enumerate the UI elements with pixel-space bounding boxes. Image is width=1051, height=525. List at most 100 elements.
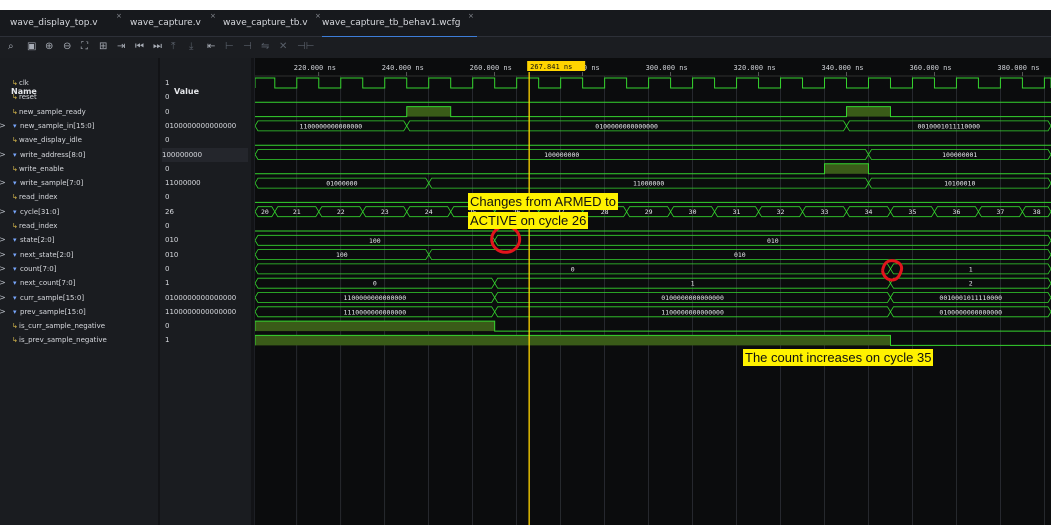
scalar-signal-icon: ↳ — [12, 164, 18, 173]
signal-value: 0 — [165, 164, 170, 173]
signal-row[interactable]: ↳read_index — [12, 219, 57, 233]
tab-label: wave_capture.v — [130, 18, 201, 28]
is-prev-sample-negative-high-fill — [255, 335, 891, 346]
go-to-start-icon[interactable]: ⏮ — [135, 40, 144, 54]
signal-row[interactable]: > ▾ write_sample[7:0] — [0, 176, 83, 190]
signal-row[interactable]: ↳is_curr_sample_negative — [12, 319, 105, 333]
signal-name: new_sample_in[15:0] — [20, 121, 95, 130]
expand-chevron-icon[interactable]: > — [0, 305, 6, 319]
signal-row[interactable]: > ▾ next_state[2:0] — [0, 248, 73, 262]
curr-sample-value-label: 0100000000000000 — [661, 294, 724, 302]
signal-row[interactable]: ↳read_index — [12, 190, 57, 204]
time-axis-label: 240.000 ns — [382, 64, 424, 72]
signal-row[interactable]: ↳reset — [12, 90, 37, 104]
zoom-fit-icon[interactable]: ⛶ — [81, 40, 88, 54]
save-icon[interactable]: ▣ — [27, 40, 36, 54]
signal-row[interactable]: ↳is_prev_sample_negative — [12, 333, 107, 347]
signal-value: 100000000 — [162, 147, 248, 162]
expand-chevron-icon[interactable]: > — [0, 233, 6, 247]
zoom-in-icon[interactable]: ⊕ — [45, 40, 53, 54]
signal-name: new_sample_ready — [19, 107, 86, 116]
snap-icon[interactable]: ⊣⊢ — [297, 40, 314, 54]
add-marker-icon[interactable]: ⇥ — [117, 40, 125, 54]
count-value-label: 1 — [969, 265, 973, 273]
signal-row[interactable]: > ▾ cycle[31:0] — [0, 205, 60, 219]
next-transition-icon[interactable]: ⤓ — [189, 40, 193, 54]
expand-chevron-icon[interactable]: > — [0, 248, 6, 262]
go-to-end-icon[interactable]: ⏭ — [153, 40, 162, 54]
signal-row[interactable]: ↳write_enable — [12, 162, 64, 176]
close-tab-icon[interactable]: × — [116, 3, 122, 29]
search-icon[interactable]: ⌕ — [8, 40, 14, 54]
signal-value: 1 — [165, 279, 170, 288]
signal-row[interactable]: > ▾ curr_sample[15:0] — [0, 291, 84, 305]
signal-row[interactable]: > ▾ new_sample_in[15:0] — [0, 119, 95, 133]
go-to-cursor-icon[interactable]: ⊞ — [99, 40, 107, 54]
close-tab-icon[interactable]: × — [210, 3, 216, 29]
signal-name: is_prev_sample_negative — [19, 336, 107, 345]
signal-values-panel: Value 1 0 0 0100000000000000 0 100000000 0 1100… — [160, 58, 251, 525]
add-cursor-icon[interactable]: ⇤ — [207, 40, 215, 54]
waveform-splitter[interactable] — [251, 58, 254, 525]
new-sample-in-value-label: 0100000000000000 — [595, 122, 658, 130]
expand-chevron-icon[interactable]: > — [0, 176, 6, 190]
state-change-circle — [490, 224, 522, 254]
signal-row[interactable]: > ▾ next_count[7:0] — [0, 276, 75, 290]
count-change-circle — [881, 259, 904, 282]
signal-row[interactable]: ↳clk — [12, 76, 29, 90]
next-count-value-label: 2 — [969, 280, 973, 288]
bus-signal-icon: ▾ — [13, 264, 17, 273]
waveform-window: wave_display_top.v × wave_capture.v × wa… — [0, 10, 1051, 525]
signal-row[interactable]: > ▾ count[7:0] — [0, 262, 56, 276]
signal-row[interactable]: ↳new_sample_ready — [12, 105, 86, 119]
next-edge-icon[interactable]: ⊣ — [243, 40, 252, 54]
close-tab-icon[interactable]: × — [315, 3, 321, 29]
waveform-canvas[interactable]: 220.000 ns240.000 ns260.000 ns280.000 ns… — [255, 58, 1051, 525]
remove-marker-icon[interactable]: ✕ — [279, 40, 287, 54]
swap-cursors-icon[interactable]: ⇋ — [261, 40, 269, 54]
cycle-value-label: 33 — [821, 208, 829, 216]
signal-name: cycle[31:0] — [20, 207, 60, 216]
expand-chevron-icon[interactable]: > — [0, 148, 6, 162]
write-sample-value-label: 10100010 — [944, 180, 975, 188]
time-axis-label: 300.000 ns — [646, 64, 688, 72]
time-axis-label: 220.000 ns — [294, 64, 336, 72]
expand-chevron-icon[interactable]: > — [0, 276, 6, 290]
tab-wave-capture-tb-behav1[interactable]: wave_capture_tb_behav1.wcfg × — [322, 10, 477, 38]
signal-row[interactable]: ↳wave_display_idle — [12, 133, 82, 147]
prev-transition-icon[interactable]: ⤒ — [171, 40, 175, 54]
new-sample-ready-trace — [255, 106, 1051, 118]
signal-name: read_index — [19, 193, 58, 202]
time-axis-label: 340.000 ns — [822, 64, 864, 72]
tab-wave-display-top[interactable]: wave_display_top.v × — [10, 10, 122, 36]
scalar-signal-icon: ↳ — [12, 136, 18, 145]
signal-row[interactable]: > ▾ state[2:0] — [0, 233, 54, 247]
expand-chevron-icon[interactable]: > — [0, 119, 6, 133]
curr-sample-value-label: 1100000000000000 — [344, 294, 407, 302]
signal-name: write_enable — [19, 164, 64, 173]
close-tab-icon[interactable]: × — [468, 3, 474, 29]
signal-value: 1 — [165, 336, 170, 345]
scalar-signal-icon: ↳ — [12, 193, 18, 202]
bus-signal-icon: ▾ — [13, 150, 17, 159]
expand-chevron-icon[interactable]: > — [0, 291, 6, 305]
waveform-svg[interactable]: 220.000 ns240.000 ns260.000 ns280.000 ns… — [255, 58, 1051, 525]
expand-chevron-icon[interactable]: > — [0, 205, 6, 219]
zoom-out-icon[interactable]: ⊖ — [63, 40, 71, 54]
scalar-signal-icon: ↳ — [12, 222, 18, 230]
expand-chevron-icon[interactable]: > — [0, 262, 6, 276]
tab-label: wave_capture_tb_behav1.wcfg — [322, 18, 461, 28]
armed-active-annotation-line1: Changes from ARMED to — [468, 193, 618, 210]
armed-active-annotation-line2: ACTIVE on cycle 26 — [468, 212, 589, 229]
prev-edge-icon[interactable]: ⊢ — [225, 40, 234, 54]
state-value-label: 010 — [767, 237, 779, 245]
tab-wave-capture[interactable]: wave_capture.v × — [130, 10, 216, 36]
signal-row[interactable]: > ▾ write_address[8:0] — [0, 148, 85, 162]
signal-value: 0 — [165, 93, 170, 102]
signal-row[interactable]: > ▾ prev_sample[15:0] — [0, 305, 86, 319]
is-curr-sample-negative-high-fill — [255, 321, 495, 332]
scalar-signal-icon: ↳ — [12, 79, 18, 87]
bus-signal-icon: ▾ — [13, 207, 17, 216]
cycle-value-label: 37 — [997, 208, 1005, 216]
tab-wave-capture-tb[interactable]: wave_capture_tb.v × — [223, 10, 321, 36]
